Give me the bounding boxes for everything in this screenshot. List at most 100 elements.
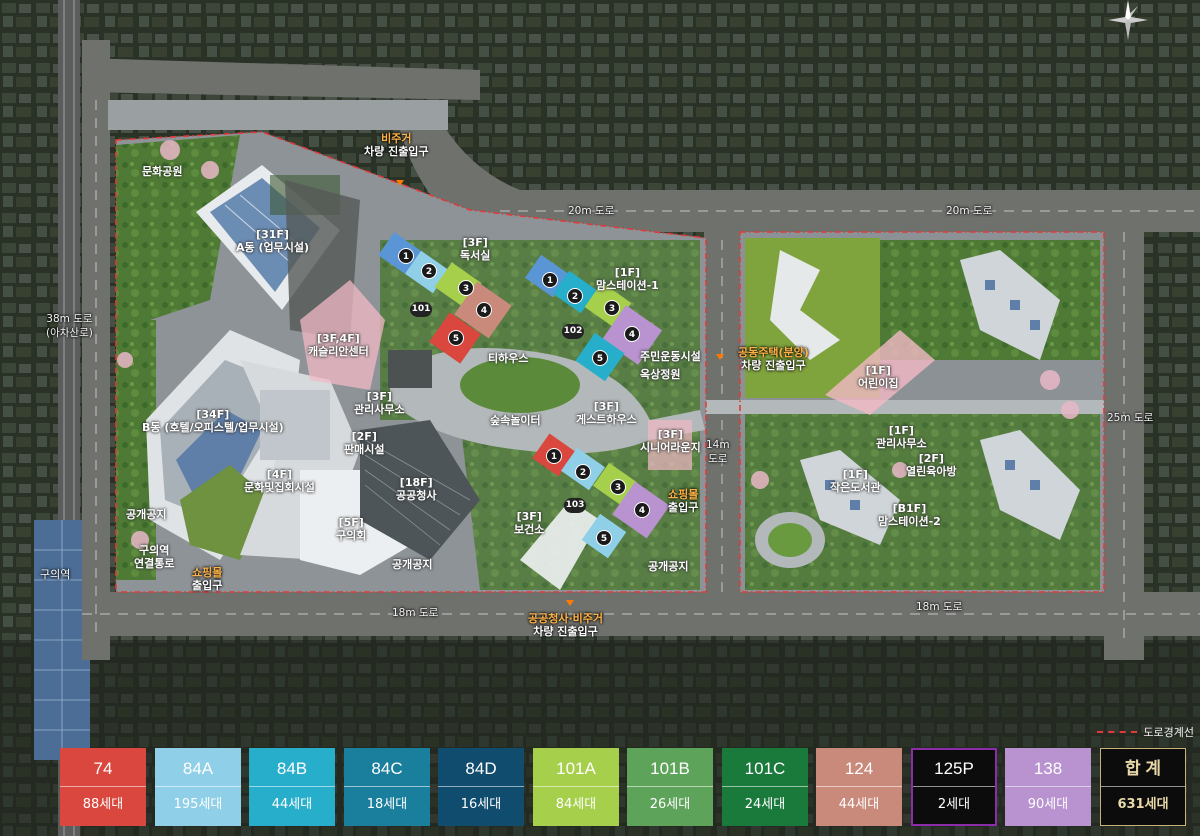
legend-item-합계: 합 계 631세대 <box>1100 748 1186 826</box>
legend-item-101C: 101C 24세대 <box>722 748 808 826</box>
road-label-top-right: 20m 도로 <box>946 205 993 217</box>
unit-marker: 5 <box>448 330 464 346</box>
legend-item-101A: 101A 84세대 <box>533 748 619 826</box>
legend-type: 합 계 <box>1101 751 1185 787</box>
legend-count: 2세대 <box>937 797 971 812</box>
unit-marker: 3 <box>458 280 474 296</box>
boundary-legend-label: 도로경계선 <box>1143 726 1194 739</box>
legend-type: 84D <box>438 751 524 787</box>
legend-type: 125P <box>913 751 995 787</box>
management-office-1-label: [3F] 관리사무소 <box>354 390 405 416</box>
unit-marker: 1 <box>546 448 562 464</box>
reading-room-label: [3F] 독서실 <box>460 236 491 262</box>
unit-marker: 4 <box>476 302 492 318</box>
entrance-right-line1: 공동주택(분양) <box>738 346 809 359</box>
legend-item-84C: 84C 18세대 <box>344 748 430 826</box>
block-103-number: 103 <box>564 498 586 513</box>
legend-type: 84B <box>249 751 335 787</box>
entrance-top-marker <box>396 180 404 186</box>
health-center-label: [3F] 보건소 <box>514 510 545 536</box>
entrance-shopping-right: 쇼핑몰 출입구 <box>668 488 698 514</box>
legend-type: 138 <box>1005 751 1091 787</box>
road-middle <box>704 232 740 636</box>
entrance-bottom-marker <box>566 600 574 606</box>
entrance-shopping-right-line2: 출입구 <box>668 501 699 514</box>
public-space-2-label: 공개공지 <box>392 558 433 571</box>
road-label-left: 38m 도로 (아차산로) <box>46 313 93 339</box>
building-a-label: [31F] A동 (업무시설) <box>236 228 309 254</box>
unit-type-legend: 74 88세대 84A 195세대 84B 44세대 84C 18세대 84D 16세대 101A 8… <box>60 748 1200 828</box>
sales-facility-label: [2F] 판매시설 <box>344 430 385 456</box>
legend-count: 631세대 <box>1117 797 1169 812</box>
entrance-shopping-left: 쇼핑몰 출입구 <box>192 566 222 592</box>
legend-item-125P: 125P 2세대 <box>911 748 997 826</box>
entrance-bottom: 공공청사·비주거 차량 진출입구 <box>528 612 603 638</box>
legend-item-101B: 101B 26세대 <box>627 748 713 826</box>
roof-garden-label: 옥상정원 <box>640 368 681 381</box>
legend-count: 88세대 <box>82 797 124 812</box>
legend-type: 84A <box>155 751 241 787</box>
entrance-bottom-line1: 공공청사·비주거 <box>528 612 604 625</box>
legend-type: 84C <box>344 751 430 787</box>
teahouse-label: 티하우스 <box>488 352 529 365</box>
site-map: 20m 도로 20m 도로 38m 도로 (아차산로) 25m 도로 14m 도… <box>0 0 1200 836</box>
kindergarten-label: [1F] 어린이집 <box>858 364 899 390</box>
road-right <box>1104 190 1144 660</box>
road-label-bottom-left: 18m 도로 <box>392 607 439 619</box>
entrance-shopping-left-line2: 출입구 <box>192 579 223 592</box>
road-left <box>82 40 110 660</box>
culture-park-label: 문화공원 <box>142 165 183 178</box>
culture-hall-label: [4F] 문화및집회시설 <box>244 468 315 494</box>
management-office-2-label: [1F] 관리사무소 <box>876 424 927 450</box>
moms-station-1-label: [1F] 맘스테이션-1 <box>596 266 659 292</box>
unit-marker: 5 <box>592 350 608 366</box>
legend-count: 84세대 <box>555 797 597 812</box>
boundary-legend: 도로경계선 <box>1097 724 1194 740</box>
station-label: 구의역 <box>40 568 71 581</box>
resident-gym-label: 주민운동시설 <box>640 350 701 363</box>
legend-item-74: 74 88세대 <box>60 748 146 826</box>
legend-item-138: 138 90세대 <box>1005 748 1091 826</box>
legend-count: 24세대 <box>744 797 786 812</box>
unit-marker: 1 <box>542 272 558 288</box>
road-label-top-left: 20m 도로 <box>568 205 615 217</box>
legend-item-84D: 84D 16세대 <box>438 748 524 826</box>
unit-marker: 4 <box>624 326 640 342</box>
forest-playground-label: 숲속놀이터 <box>490 414 541 427</box>
unit-marker: 4 <box>634 502 650 518</box>
entrance-top-line2: 차량 진출입구 <box>364 145 429 158</box>
district-council-label: [5F] 구의회 <box>336 516 367 542</box>
legend-type: 101C <box>722 751 808 787</box>
public-space-1-label: 공개공지 <box>126 508 167 521</box>
legend-count: 44세대 <box>838 797 880 812</box>
entrance-shopping-left-line1: 쇼핑몰 <box>192 566 223 579</box>
road-label-right: 25m 도로 <box>1107 412 1154 424</box>
legend-item-84B: 84B 44세대 <box>249 748 335 826</box>
legend-type: 101B <box>627 751 713 787</box>
compass-icon <box>1108 0 1148 40</box>
legend-item-84A: 84A 195세대 <box>155 748 241 826</box>
open-nursery-label: [2F] 열린육아방 <box>906 452 957 478</box>
unit-marker: 1 <box>398 248 414 264</box>
connecting-passage-label: 구의역 연결통로 <box>134 544 175 570</box>
entrance-shopping-right-line1: 쇼핑몰 <box>668 488 699 501</box>
building-b-label: [34F] B동 (호텔/오피스텔/업무시설) <box>142 408 284 434</box>
unit-marker: 3 <box>610 479 626 495</box>
legend-item-124: 124 44세대 <box>816 748 902 826</box>
road-label-bottom-right: 18m 도로 <box>916 601 963 613</box>
legend-count: 90세대 <box>1027 797 1069 812</box>
guest-house-label: [3F] 게스트하우스 <box>576 400 637 426</box>
public-space-3-label: 공개공지 <box>648 560 689 573</box>
legend-count: 18세대 <box>366 797 408 812</box>
block-101-number: 101 <box>410 302 432 317</box>
unit-marker: 2 <box>575 464 591 480</box>
block-102-number: 102 <box>562 324 584 339</box>
unit-marker: 2 <box>421 263 437 279</box>
public-office-label: [18F] 공공청사 <box>396 476 437 502</box>
small-library-label: [1F] 작은도서관 <box>830 468 881 494</box>
legend-count: 16세대 <box>460 797 502 812</box>
moms-station-2-label: [B1F] 맘스테이션-2 <box>878 502 941 528</box>
senior-lounge-label: [3F] 시니어라운지 <box>640 428 701 454</box>
legend-count: 44세대 <box>271 797 313 812</box>
entrance-right-marker <box>716 354 724 360</box>
